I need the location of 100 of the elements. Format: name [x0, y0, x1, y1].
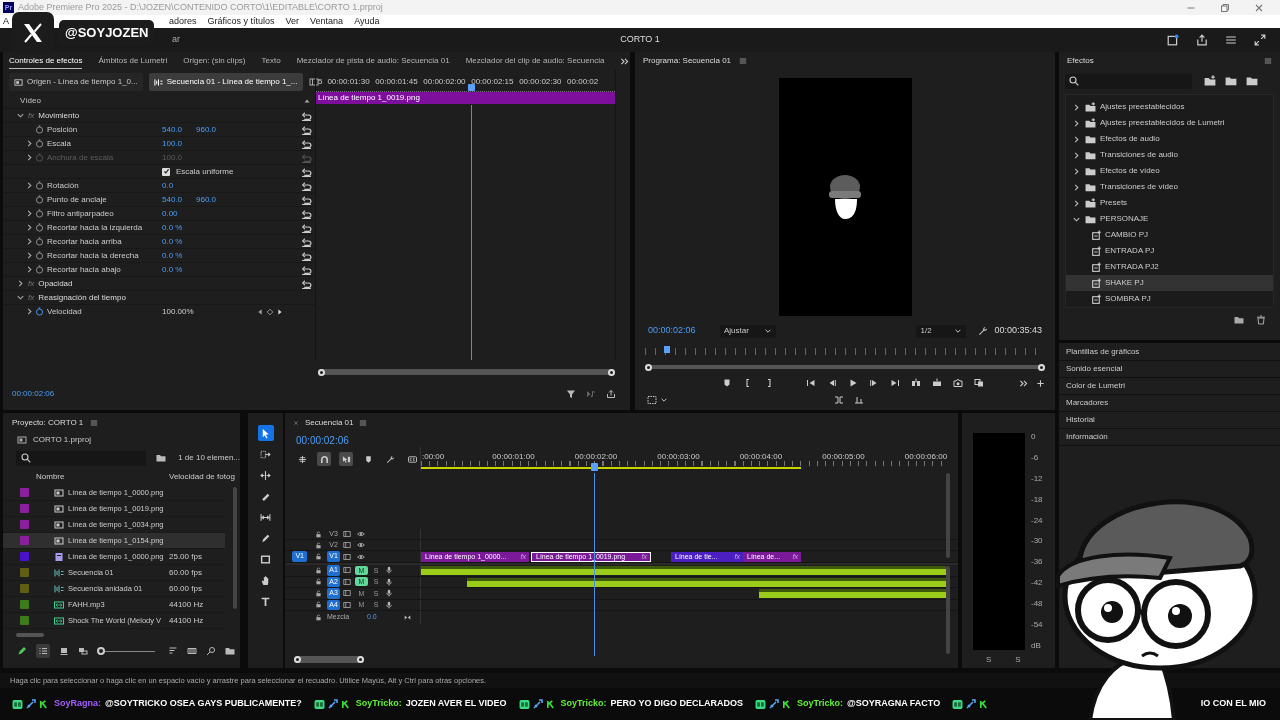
- zoom-scrollbar[interactable]: [645, 365, 1045, 369]
- export-icon[interactable]: [606, 389, 616, 399]
- stopwatch-icon[interactable]: [35, 307, 44, 316]
- microphone-icon[interactable]: [385, 566, 393, 575]
- reset-icon[interactable]: [301, 166, 312, 177]
- effects-tree-item[interactable]: ENTRADA PJ: [1066, 243, 1273, 259]
- audio-clip[interactable]: [759, 589, 946, 598]
- overwrite-icon[interactable]: [932, 378, 942, 388]
- zoom-scrollbar[interactable]: [318, 369, 615, 375]
- fit-dropdown[interactable]: Ajustar: [720, 324, 776, 338]
- insert-icon[interactable]: [911, 378, 921, 388]
- menu-item[interactable]: adores: [169, 14, 197, 29]
- reset-icon[interactable]: [301, 110, 312, 121]
- microphone-icon[interactable]: [385, 600, 393, 609]
- new-bin-icon[interactable]: [1234, 315, 1244, 325]
- reset-icon[interactable]: [301, 278, 312, 289]
- lock-icon[interactable]: [315, 553, 322, 560]
- playhead-handle[interactable]: [591, 463, 598, 471]
- checkbox[interactable]: [162, 167, 170, 176]
- column-header[interactable]: Velocidad de fotog: [169, 471, 235, 483]
- property-value[interactable]: 0.0 %: [162, 235, 193, 248]
- resolution-dropdown[interactable]: 1/2: [916, 324, 967, 338]
- stopwatch-icon[interactable]: [35, 181, 44, 190]
- delete-icon[interactable]: [1256, 315, 1266, 325]
- menu-item[interactable]: Ayuda: [354, 14, 380, 29]
- reset-icon[interactable]: [301, 194, 312, 205]
- filter-icon[interactable]: [566, 389, 576, 399]
- share-icon[interactable]: [1196, 34, 1208, 46]
- audio-clip[interactable]: [467, 577, 946, 587]
- pencil-icon[interactable]: [17, 646, 27, 656]
- toggle-output-icon[interactable]: [343, 541, 351, 549]
- label-color-swatch[interactable]: [20, 504, 29, 513]
- solo-button[interactable]: S: [986, 654, 992, 666]
- label-color-swatch[interactable]: [20, 584, 29, 593]
- overflow-icon[interactable]: [620, 56, 630, 66]
- panel-tab[interactable]: Ámbitos de Lumetri: [98, 53, 168, 69]
- stopwatch-icon[interactable]: [35, 265, 44, 274]
- quick-export-icon[interactable]: [1167, 34, 1179, 46]
- collapse-icon[interactable]: [303, 97, 311, 105]
- reset-icon[interactable]: [301, 264, 312, 275]
- list-view-icon[interactable]: [38, 646, 48, 656]
- mix-icon[interactable]: [404, 614, 411, 621]
- panel-header[interactable]: Color de Lumetri: [1059, 378, 1280, 395]
- lock-icon[interactable]: [315, 614, 322, 621]
- toggle-output-icon[interactable]: [343, 552, 351, 561]
- toggle-output-icon[interactable]: [343, 530, 351, 538]
- effects-tree-item[interactable]: PERSONAJE: [1066, 211, 1273, 227]
- source-selector[interactable]: Origen - Línea de tiempo 1_0...: [9, 73, 143, 91]
- label-color-swatch[interactable]: [20, 600, 29, 609]
- add-button-icon[interactable]: [1036, 378, 1045, 388]
- property-value[interactable]: 0.0: [162, 179, 193, 192]
- overflow-icon[interactable]: [1019, 378, 1028, 388]
- effects-tree-item[interactable]: Efectos de audio: [1066, 131, 1273, 147]
- vertical-scrollbar[interactable]: [946, 566, 950, 654]
- effects-tree-item[interactable]: Transiciones de audio: [1066, 147, 1273, 163]
- sync-lock-icon[interactable]: [343, 566, 351, 575]
- eye-icon[interactable]: [357, 530, 365, 538]
- workspace-tab[interactable]: ar: [172, 33, 180, 47]
- wrench-icon[interactable]: [978, 326, 989, 336]
- reset-icon[interactable]: [301, 180, 312, 191]
- panel-header[interactable]: Información: [1059, 429, 1280, 446]
- restore-icon[interactable]: [1220, 2, 1230, 13]
- stopwatch-icon[interactable]: [35, 237, 44, 246]
- audio-clip[interactable]: [421, 566, 946, 575]
- play-icon[interactable]: [848, 378, 858, 388]
- effects-tree-item[interactable]: Ajustes preestablecidos: [1066, 99, 1273, 115]
- effects-tree-item[interactable]: Presets: [1066, 195, 1273, 211]
- reset-icon[interactable]: [301, 236, 312, 247]
- playhead-handle[interactable]: [468, 84, 475, 91]
- eye-icon[interactable]: [357, 552, 365, 561]
- menu-item[interactable]: Gráficos y títulos: [207, 14, 275, 29]
- go-to-in-icon[interactable]: [806, 378, 816, 388]
- timecode[interactable]: 00:00:02:06: [296, 432, 349, 448]
- label-color-swatch[interactable]: [20, 552, 29, 561]
- lock-icon[interactable]: [315, 541, 322, 549]
- step-back-icon[interactable]: [827, 378, 837, 388]
- panel-header[interactable]: Marcadores: [1059, 395, 1280, 412]
- playhead-handle[interactable]: [664, 346, 670, 353]
- property-value[interactable]: 0.0 %: [162, 263, 193, 276]
- timecode[interactable]: 00:00:02:06: [648, 324, 708, 338]
- sync-lock-icon[interactable]: [343, 577, 351, 586]
- vertical-scrollbar[interactable]: [946, 473, 950, 558]
- property-value[interactable]: 960.0: [196, 123, 227, 136]
- property-value[interactable]: 960.0: [196, 193, 227, 206]
- property-value[interactable]: 100.0: [162, 137, 193, 150]
- safe-margins-icon[interactable]: [647, 395, 657, 405]
- close-icon[interactable]: [293, 420, 299, 426]
- effects-tree-item[interactable]: CAMBIO PJ: [1066, 227, 1273, 243]
- clip-bar[interactable]: Línea de tiempo 1_0019.png: [316, 92, 615, 104]
- label-color-swatch[interactable]: [20, 520, 29, 529]
- sync-lock-icon[interactable]: [343, 589, 351, 598]
- sync-lock-icon[interactable]: [343, 600, 351, 609]
- source-selector[interactable]: Secuencia 01 - Línea de tiempo 1_...: [148, 73, 303, 91]
- solo-button[interactable]: S: [1015, 654, 1021, 666]
- close-icon[interactable]: [1254, 2, 1264, 13]
- microphone-icon[interactable]: [385, 589, 393, 598]
- microphone-icon[interactable]: [385, 577, 393, 586]
- search-field[interactable]: [1065, 73, 1192, 89]
- panel-tab[interactable]: Origen: (sin clips): [183, 53, 246, 69]
- stopwatch-icon[interactable]: [35, 251, 44, 260]
